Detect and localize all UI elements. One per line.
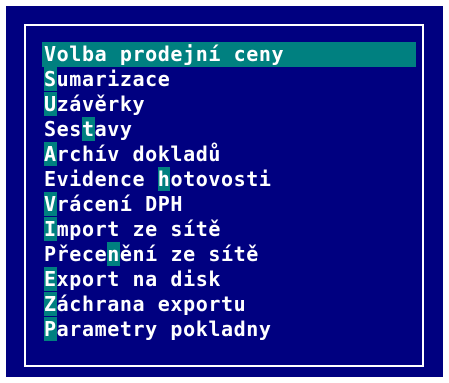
menu-item-hotkey: V: [44, 192, 57, 216]
menu-item-label: olba prodejní ceny: [56, 42, 285, 66]
menu-item-uzaverky[interactable]: Uzávěrky: [24, 92, 416, 117]
menu-item-volba-prodejni-ceny[interactable]: Volba prodejní ceny: [42, 42, 416, 67]
menu-item-label: xport na disk: [56, 267, 221, 291]
menu-item-label: umarizace: [56, 67, 171, 91]
menu-item-label: rácení DPH: [56, 192, 184, 216]
menu-item-hotkey: V: [44, 42, 57, 66]
menu-item-sumarizace[interactable]: Sumarizace: [24, 67, 416, 92]
menu-item-label: ění ze sítě: [119, 242, 259, 266]
menu-item-vraceni-dph[interactable]: Vrácení DPH: [24, 192, 416, 217]
menu-item-label: otovosti: [170, 167, 272, 191]
menu-item-hotkey: t: [81, 117, 95, 141]
menu-item-prefix: Evidence: [44, 167, 158, 191]
menu-item-label: áchrana exportu: [56, 292, 247, 316]
main-menu: Volba prodejní ceny Sumarizace Uzávěrky …: [42, 42, 416, 342]
menu-item-label: rchív dokladů: [56, 142, 221, 166]
menu-item-parametry-pokladny[interactable]: Parametry pokladny: [24, 317, 416, 342]
menu-item-hotkey: U: [44, 92, 57, 116]
menu-item-prefix: Ses: [44, 117, 82, 141]
menu-item-label: závěrky: [56, 92, 146, 116]
menu-panel: Volba prodejní ceny Sumarizace Uzávěrky …: [6, 6, 443, 377]
menu-item-preceneni-ze-site[interactable]: Přecenění ze sítě: [24, 242, 416, 267]
dos-window: Volba prodejní ceny Sumarizace Uzávěrky …: [0, 0, 449, 383]
menu-item-evidence-hotovosti[interactable]: Evidence hotovosti: [24, 167, 416, 192]
menu-item-sestavy[interactable]: Sestavy: [24, 117, 416, 142]
menu-item-label: avy: [94, 117, 133, 141]
menu-item-hotkey: I: [44, 217, 57, 241]
menu-item-hotkey: n: [107, 242, 120, 266]
menu-item-zachrana-exportu[interactable]: Záchrana exportu: [24, 292, 416, 317]
menu-item-hotkey: Z: [44, 292, 57, 316]
menu-item-hotkey: h: [157, 167, 171, 191]
menu-item-label: mport ze sítě: [56, 217, 221, 241]
menu-item-export-na-disk[interactable]: Export na disk: [24, 267, 416, 292]
menu-item-hotkey: A: [44, 142, 57, 166]
menu-item-hotkey: S: [44, 67, 57, 91]
menu-item-hotkey: P: [44, 317, 57, 341]
menu-item-import-ze-site[interactable]: Import ze sítě: [24, 217, 416, 242]
menu-item-hotkey: E: [44, 267, 57, 291]
menu-item-archiv-dokladu[interactable]: Archív dokladů: [24, 142, 416, 167]
menu-item-prefix: Přece: [44, 242, 108, 266]
menu-item-label: arametry pokladny: [56, 317, 272, 341]
